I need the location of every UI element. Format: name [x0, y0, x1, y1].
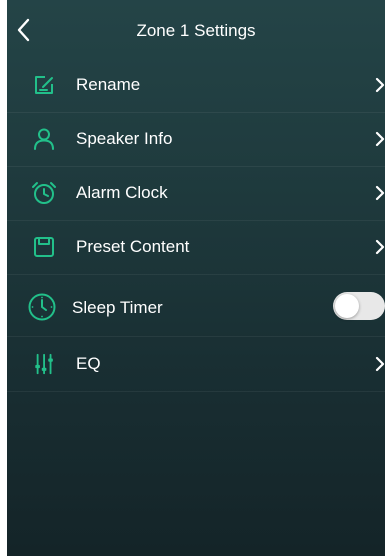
toggle-knob: [335, 294, 359, 318]
eq-sliders-icon: [35, 353, 53, 375]
menu-item-eq[interactable]: EQ: [7, 337, 385, 392]
menu-item-label: Sleep Timer: [72, 298, 163, 317]
rename-icon: [35, 76, 53, 94]
settings-screen: Zone 1 Settings Rename Speaker Info Alar…: [7, 0, 385, 556]
menu-item-speaker-info[interactable]: Speaker Info: [7, 112, 385, 167]
menu-item-sleep-timer: Sleep Timer: [7, 278, 385, 337]
sleep-timer-icon: [28, 293, 56, 321]
preset-icon: [34, 237, 54, 257]
menu-item-label: Preset Content: [76, 237, 190, 256]
chevron-right-icon: [375, 77, 385, 93]
menu-item-label: Speaker Info: [76, 129, 173, 148]
menu-item-rename[interactable]: Rename: [7, 58, 385, 113]
menu-item-preset-content[interactable]: Preset Content: [7, 220, 385, 275]
chevron-right-icon: [375, 356, 385, 372]
alarm-clock-icon: [32, 182, 56, 204]
menu-item-label: EQ: [76, 354, 101, 373]
chevron-right-icon: [375, 131, 385, 147]
chevron-right-icon: [375, 185, 385, 201]
page-title: Zone 1 Settings: [136, 21, 256, 40]
sleep-timer-toggle[interactable]: [333, 292, 385, 320]
menu-item-label: Rename: [76, 75, 141, 94]
person-icon: [34, 128, 54, 150]
header-bar: Zone 1 Settings: [7, 0, 385, 60]
menu-item-label: Alarm Clock: [76, 183, 168, 202]
chevron-right-icon: [375, 239, 385, 255]
menu-item-alarm-clock[interactable]: Alarm Clock: [7, 166, 385, 221]
